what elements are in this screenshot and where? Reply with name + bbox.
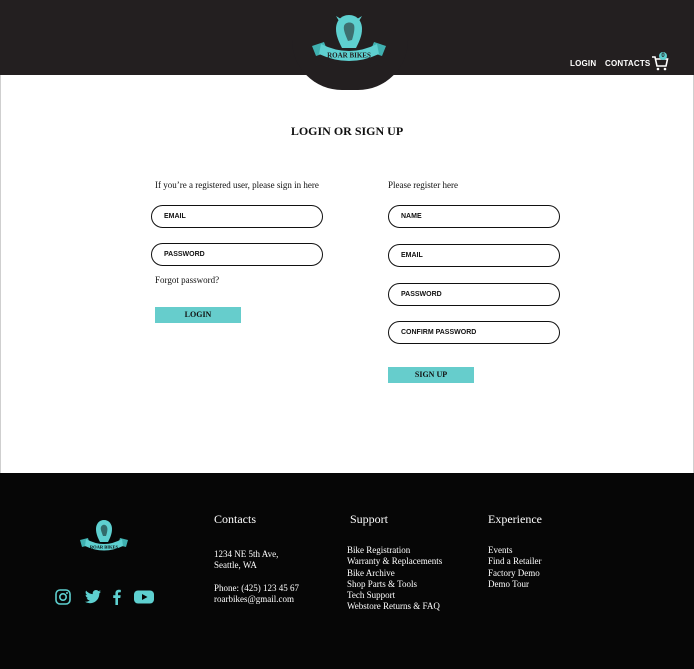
twitter-icon[interactable] <box>84 588 102 606</box>
footer-link[interactable]: Factory Demo <box>488 568 542 579</box>
login-email-input[interactable] <box>151 205 323 228</box>
contacts-spacer <box>214 572 299 583</box>
address-line: 1234 NE 5th Ave, <box>214 549 279 559</box>
svg-text:ROAR BIKES: ROAR BIKES <box>90 545 119 550</box>
address-line: Seattle, WA <box>214 560 257 571</box>
roar-bikes-logo[interactable]: ROAR BIKES <box>308 12 390 68</box>
nav-contacts[interactable]: CONTACTS <box>605 59 650 68</box>
register-password-input[interactable] <box>388 283 560 306</box>
forgot-password-link[interactable]: Forgot password? <box>155 275 219 285</box>
footer-link[interactable]: Events <box>488 545 542 556</box>
footer-link[interactable]: Shop Parts & Tools <box>347 579 442 590</box>
footer-logo[interactable]: ROAR BIKES <box>78 518 130 556</box>
lion-head-icon <box>336 15 362 48</box>
youtube-icon[interactable] <box>133 588 155 606</box>
nav-login[interactable]: LOGIN <box>570 59 596 68</box>
footer-contacts: 1234 NE 5th Ave, Seattle, WA Phone: (425… <box>214 549 299 605</box>
login-button[interactable]: LOGIN <box>155 307 241 323</box>
facebook-icon[interactable] <box>108 588 126 606</box>
footer-experience-links: Events Find a Retailer Factory Demo Demo… <box>488 545 542 590</box>
instagram-icon[interactable] <box>54 588 72 606</box>
footer-link[interactable]: Tech Support <box>347 590 442 601</box>
page-title: LOGIN OR SIGN UP <box>290 124 404 138</box>
footer-experience-title: Experience <box>488 512 542 526</box>
cart-count-badge: 0 <box>659 52 667 60</box>
footer-link[interactable]: Demo Tour <box>488 579 542 590</box>
footer-link[interactable]: Warranty & Replacements <box>347 556 442 567</box>
footer-link[interactable]: Bike Archive <box>347 568 442 579</box>
register-email-input[interactable] <box>388 244 560 267</box>
footer-support-title: Support <box>350 512 389 526</box>
register-confirm-password-input[interactable] <box>388 321 560 344</box>
register-name-input[interactable] <box>388 205 560 228</box>
footer-link[interactable]: Find a Retailer <box>488 556 542 567</box>
login-intro: If you’re a registered user, please sign… <box>155 180 319 190</box>
footer-link[interactable]: Webstore Returns & FAQ <box>347 601 442 612</box>
footer-phone[interactable]: Phone: (425) 123 45 67 <box>214 583 299 594</box>
register-intro: Please register here <box>388 180 458 190</box>
signup-button[interactable]: SIGN UP <box>388 367 474 383</box>
login-password-input[interactable] <box>151 243 323 266</box>
footer-contacts-title: Contacts <box>214 512 256 526</box>
logo-text: ROAR BIKES <box>327 52 371 60</box>
footer-support-links: Bike Registration Warranty & Replacement… <box>347 545 442 613</box>
footer-email[interactable]: roarbikes@gmail.com <box>214 594 299 605</box>
footer-link[interactable]: Bike Registration <box>347 545 442 556</box>
